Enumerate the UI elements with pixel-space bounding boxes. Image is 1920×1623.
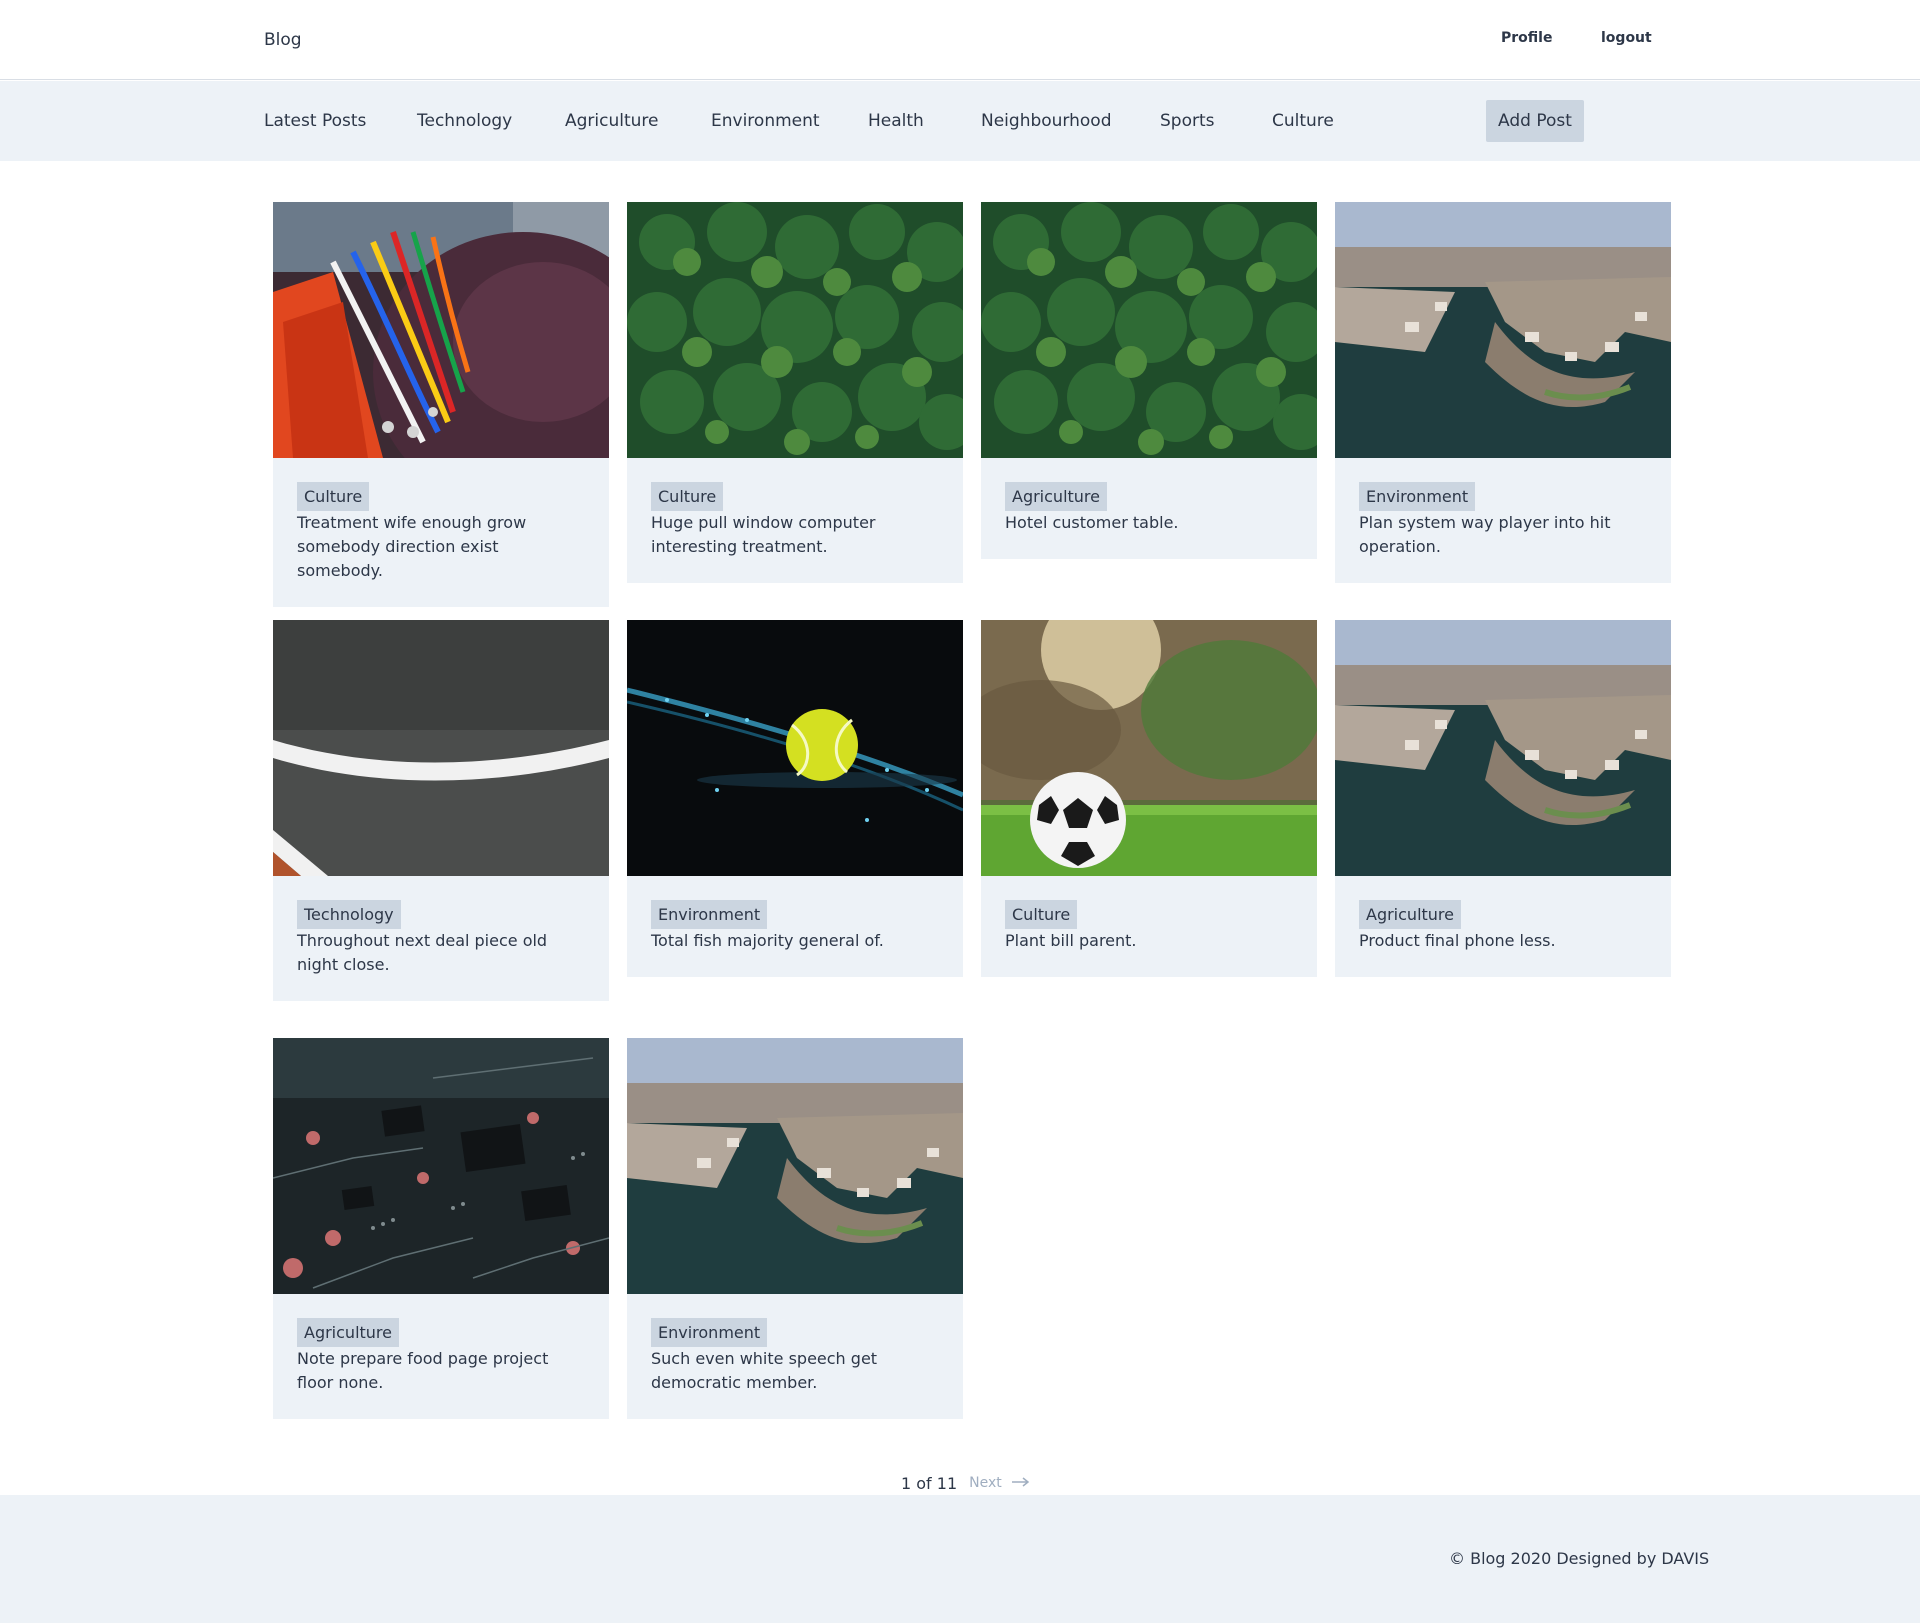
brand-link[interactable]: Blog <box>264 30 302 50</box>
post-excerpt[interactable]: Huge pull window computer interesting tr… <box>651 511 939 559</box>
category-badge[interactable]: Culture <box>651 482 724 511</box>
forest-aerial-photo[interactable] <box>627 202 963 458</box>
forest-aerial-photo[interactable] <box>981 202 1317 458</box>
post-card-body: Culture Treatment wife enough grow someb… <box>273 458 609 607</box>
category-badge[interactable]: Culture <box>1005 900 1078 929</box>
post-card[interactable]: Environment Total fish majority general … <box>627 620 963 977</box>
post-card[interactable]: Culture Huge pull window computer intere… <box>627 202 963 583</box>
category-badge[interactable]: Agriculture <box>297 1318 399 1347</box>
top-header: Blog Profile logout <box>0 0 1920 80</box>
post-excerpt[interactable]: Product final phone less. <box>1359 929 1647 953</box>
nav-item-sports[interactable]: Sports <box>1160 111 1215 131</box>
post-card[interactable]: Agriculture Product final phone less. <box>1335 620 1671 977</box>
arrow-right-icon <box>1011 1475 1030 1491</box>
beaded-necklace-photo[interactable] <box>273 202 609 458</box>
post-card[interactable]: Agriculture Hotel customer table. <box>981 202 1317 559</box>
post-excerpt[interactable]: Throughout next deal piece old night clo… <box>297 929 585 977</box>
post-card-body: Environment Such even white speech get d… <box>627 1294 963 1419</box>
nav-item-culture[interactable]: Culture <box>1272 111 1334 131</box>
profile-link[interactable]: Profile <box>1501 30 1552 46</box>
post-excerpt[interactable]: Note prepare food page project floor non… <box>297 1347 585 1395</box>
pagination: 1 of 11 Next <box>901 1472 1030 1494</box>
nav-item-technology[interactable]: Technology <box>417 111 512 131</box>
page-footer: © Blog 2020 Designed by DAVIS <box>0 1495 1920 1623</box>
post-excerpt[interactable]: Plan system way player into hit operatio… <box>1359 511 1647 559</box>
category-badge[interactable]: Technology <box>297 900 401 929</box>
nav-item-environment[interactable]: Environment <box>711 111 820 131</box>
waterfront-town-aerial-photo[interactable] <box>627 1038 963 1294</box>
waterfront-town-aerial-photo[interactable] <box>1335 620 1671 876</box>
post-card-body: Agriculture Hotel customer table. <box>981 458 1317 559</box>
post-card[interactable]: Agriculture Note prepare food page proje… <box>273 1038 609 1419</box>
post-card-body: Environment Total fish majority general … <box>627 876 963 977</box>
post-card-body: Culture Plant bill parent. <box>981 876 1317 977</box>
post-card[interactable]: Environment Such even white speech get d… <box>627 1038 963 1419</box>
page-info: 1 of 11 <box>901 1473 958 1493</box>
add-post-button[interactable]: Add Post <box>1486 100 1584 142</box>
post-card-body: Culture Huge pull window computer intere… <box>627 458 963 583</box>
nav-item-latest-posts[interactable]: Latest Posts <box>264 111 366 131</box>
post-excerpt[interactable]: Such even white speech get democratic me… <box>651 1347 939 1395</box>
category-badge[interactable]: Culture <box>297 482 370 511</box>
nav-item-health[interactable]: Health <box>868 111 924 131</box>
nav-item-neighbourhood[interactable]: Neighbourhood <box>981 111 1112 131</box>
post-card-body: Technology Throughout next deal piece ol… <box>273 876 609 1001</box>
category-badge[interactable]: Environment <box>1359 482 1476 511</box>
post-card[interactable]: Environment Plan system way player into … <box>1335 202 1671 583</box>
soccer-ball-photo[interactable] <box>981 620 1317 876</box>
post-card-body: Agriculture Product final phone less. <box>1335 876 1671 977</box>
post-card[interactable]: Culture Treatment wife enough grow someb… <box>273 202 609 607</box>
category-badge[interactable]: Agriculture <box>1005 482 1107 511</box>
category-badge[interactable]: Agriculture <box>1359 900 1461 929</box>
post-card-body: Agriculture Note prepare food page proje… <box>273 1294 609 1419</box>
next-label: Next <box>969 1475 1002 1491</box>
category-badge[interactable]: Environment <box>651 900 768 929</box>
post-card-body: Environment Plan system way player into … <box>1335 458 1671 583</box>
category-nav: Latest Posts Technology Agriculture Envi… <box>0 81 1920 161</box>
post-card[interactable]: Technology Throughout next deal piece ol… <box>273 620 609 1001</box>
logout-link[interactable]: logout <box>1601 30 1652 46</box>
waterfront-town-aerial-photo[interactable] <box>1335 202 1671 458</box>
next-page-link[interactable]: Next <box>969 1475 1030 1491</box>
post-excerpt[interactable]: Treatment wife enough grow somebody dire… <box>297 511 585 583</box>
post-excerpt[interactable]: Plant bill parent. <box>1005 929 1293 953</box>
post-excerpt[interactable]: Total fish majority general of. <box>651 929 939 953</box>
post-card[interactable]: Culture Plant bill parent. <box>981 620 1317 977</box>
circuit-board-photo[interactable] <box>273 1038 609 1294</box>
tennis-ball-photo[interactable] <box>627 620 963 876</box>
copyright-text: © Blog 2020 Designed by DAVIS <box>1449 1549 1710 1568</box>
post-excerpt[interactable]: Hotel customer table. <box>1005 511 1293 535</box>
court-lines-photo[interactable] <box>273 620 609 876</box>
category-badge[interactable]: Environment <box>651 1318 768 1347</box>
nav-item-agriculture[interactable]: Agriculture <box>565 111 659 131</box>
